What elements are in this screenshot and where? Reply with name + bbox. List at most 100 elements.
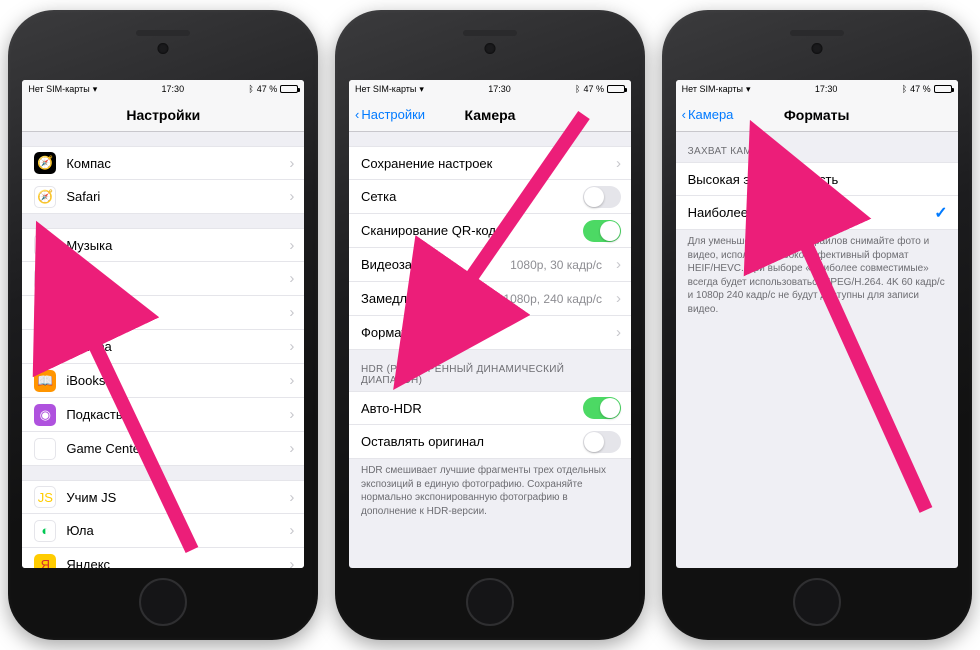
settings-row[interactable]: 🎬Видео› bbox=[22, 262, 304, 296]
app-icon: Я bbox=[34, 554, 56, 569]
clock: 17:30 bbox=[815, 84, 838, 94]
app-icon: 🧭 bbox=[34, 152, 56, 174]
page-title: Настройки bbox=[126, 107, 200, 123]
settings-list[interactable]: 🧭Компас›🧭Safari› ♫Музыка›🎬Видео›❀Фото›📷К… bbox=[22, 132, 304, 568]
phone-frame: Нет SIM-карты ▾ 17:30 ᛒ 47 % ‹ Камера Фо… bbox=[662, 10, 972, 640]
app-icon: ♫ bbox=[34, 234, 56, 256]
group-footer: Для уменьшения размера файлов снимайте ф… bbox=[676, 230, 958, 316]
settings-group: 🧭Компас›🧭Safari› bbox=[22, 146, 304, 214]
app-icon: ◉ bbox=[34, 404, 56, 426]
chevron-right-icon: › bbox=[289, 489, 294, 506]
chevron-left-icon: ‹ bbox=[355, 107, 359, 122]
home-button[interactable] bbox=[466, 578, 514, 626]
settings-group: HDR (РАСШИРЕННЫЙ ДИНАМИЧЕСКИЙ ДИАПАЗОН) … bbox=[349, 364, 631, 518]
settings-row[interactable]: ◐ Юла › bbox=[22, 514, 304, 548]
wifi-icon: ▾ bbox=[419, 84, 424, 95]
app-icon: 🎬 bbox=[34, 268, 56, 290]
settings-group: Сохранение настроек › Сетка Сканирование QR… bbox=[349, 146, 631, 350]
row-label: Подкасты bbox=[66, 407, 275, 422]
home-button[interactable] bbox=[793, 578, 841, 626]
navbar: ‹ Камера Форматы bbox=[676, 98, 958, 132]
row-label: Форматы bbox=[361, 325, 602, 340]
settings-row[interactable]: 🧭Компас› bbox=[22, 146, 304, 180]
bluetooth-icon: ᛒ bbox=[248, 84, 253, 94]
settings-row[interactable]: 🧭Safari› bbox=[22, 180, 304, 214]
clock: 17:30 bbox=[488, 84, 511, 94]
settings-group: ♫Музыка›🎬Видео›❀Фото›📷Камера›📖iBooks›◉По… bbox=[22, 228, 304, 466]
settings-row[interactable]: Замедл. видео1080p, 240 кадр/с› bbox=[349, 282, 631, 316]
row-label: Сохранение настроек bbox=[361, 156, 602, 171]
settings-row[interactable]: Сетка bbox=[349, 180, 631, 214]
back-label: Настройки bbox=[361, 107, 425, 122]
back-button[interactable]: ‹ Камера bbox=[682, 107, 734, 122]
battery-icon bbox=[280, 85, 298, 93]
toggle-switch[interactable] bbox=[583, 397, 621, 419]
bluetooth-icon: ᛒ bbox=[575, 84, 580, 94]
settings-row[interactable]: ❀Фото› bbox=[22, 296, 304, 330]
chevron-right-icon: › bbox=[289, 522, 294, 539]
row-label: Сканирование QR-кода bbox=[361, 223, 573, 238]
chevron-right-icon: › bbox=[289, 338, 294, 355]
settings-row[interactable]: ♫ Музыка › bbox=[22, 228, 304, 262]
battery-icon bbox=[607, 85, 625, 93]
camera-settings[interactable]: Сохранение настроек › Сетка Сканирование QR… bbox=[349, 132, 631, 568]
chevron-right-icon: › bbox=[289, 406, 294, 423]
settings-row[interactable]: ◉ Подкасты › bbox=[22, 398, 304, 432]
settings-row[interactable]: JSУчим JS› bbox=[22, 480, 304, 514]
format-option[interactable]: Высокая эффективность bbox=[676, 162, 958, 196]
toggle-switch[interactable] bbox=[583, 431, 621, 453]
status-bar: Нет SIM-карты ▾ 17:30 ᛒ 47 % bbox=[676, 80, 958, 98]
chevron-right-icon: › bbox=[616, 155, 621, 172]
row-label: Яндекс bbox=[66, 557, 275, 568]
screen: Нет SIM-карты ▾ 17:30 ᛒ 47 % ‹ Настройки… bbox=[349, 80, 631, 568]
settings-row[interactable]: Сохранение настроек › bbox=[349, 146, 631, 180]
chevron-right-icon: › bbox=[616, 324, 621, 341]
formats-settings[interactable]: ЗАХВАТ КАМЕРОЙ Высокая эффективность Наиб… bbox=[676, 132, 958, 568]
chevron-right-icon: › bbox=[616, 256, 621, 273]
settings-row[interactable]: Видеозапись1080p, 30 кадр/с› bbox=[349, 248, 631, 282]
format-option[interactable]: Наиболее совместимые ✓ bbox=[676, 196, 958, 230]
checkmark-icon: ✓ bbox=[934, 203, 947, 223]
row-label: Музыка bbox=[66, 238, 275, 253]
settings-row[interactable]: Сканирование QR-кода bbox=[349, 214, 631, 248]
screen: Нет SIM-карты ▾ 17:30 ᛒ 47 % Настройки 🧭… bbox=[22, 80, 304, 568]
settings-row[interactable]: ЯЯндекс› bbox=[22, 548, 304, 568]
settings-row[interactable]: 📖iBooks› bbox=[22, 364, 304, 398]
row-label: Game Center bbox=[66, 441, 275, 456]
carrier-label: Нет SIM-карты bbox=[28, 84, 89, 94]
navbar: Настройки bbox=[22, 98, 304, 132]
status-bar: Нет SIM-карты ▾ 17:30 ᛒ 47 % bbox=[349, 80, 631, 98]
chevron-right-icon: › bbox=[289, 188, 294, 205]
app-icon: JS bbox=[34, 486, 56, 508]
row-label: Юла bbox=[66, 523, 275, 538]
settings-row[interactable]: 📷Камера› bbox=[22, 330, 304, 364]
settings-row[interactable]: ●●Game Center› bbox=[22, 432, 304, 466]
status-bar: Нет SIM-карты ▾ 17:30 ᛒ 47 % bbox=[22, 80, 304, 98]
toggle-switch[interactable] bbox=[583, 220, 621, 242]
group-header: HDR (РАСШИРЕННЫЙ ДИНАМИЧЕСКИЙ ДИАПАЗОН) bbox=[349, 364, 631, 391]
app-icon: 🧭 bbox=[34, 186, 56, 208]
chevron-right-icon: › bbox=[289, 270, 294, 287]
app-icon: ●● bbox=[34, 438, 56, 460]
row-label: Сетка bbox=[361, 189, 573, 204]
back-button[interactable]: ‹ Настройки bbox=[355, 107, 425, 122]
settings-row[interactable]: Авто-HDR bbox=[349, 391, 631, 425]
row-label: Высокая эффективность bbox=[688, 172, 948, 187]
chevron-right-icon: › bbox=[289, 155, 294, 172]
row-label: Фото bbox=[66, 305, 275, 320]
phone-frame: Нет SIM-карты ▾ 17:30 ᛒ 47 % ‹ Настройки… bbox=[335, 10, 645, 640]
group-header: ЗАХВАТ КАМЕРОЙ bbox=[676, 146, 958, 162]
home-button[interactable] bbox=[139, 578, 187, 626]
chevron-right-icon: › bbox=[289, 237, 294, 254]
settings-row[interactable]: Форматы › bbox=[349, 316, 631, 350]
toggle-switch[interactable] bbox=[583, 186, 621, 208]
back-label: Камера bbox=[688, 107, 733, 122]
row-label: iBooks bbox=[66, 373, 275, 388]
battery-pct: 47 % bbox=[583, 84, 604, 94]
app-icon: ◐ bbox=[34, 520, 56, 542]
battery-pct: 47 % bbox=[257, 84, 278, 94]
row-label: Наиболее совместимые bbox=[688, 205, 925, 220]
settings-row[interactable]: Оставлять оригинал bbox=[349, 425, 631, 459]
page-title: Форматы bbox=[784, 107, 850, 123]
page-title: Камера bbox=[464, 107, 515, 123]
